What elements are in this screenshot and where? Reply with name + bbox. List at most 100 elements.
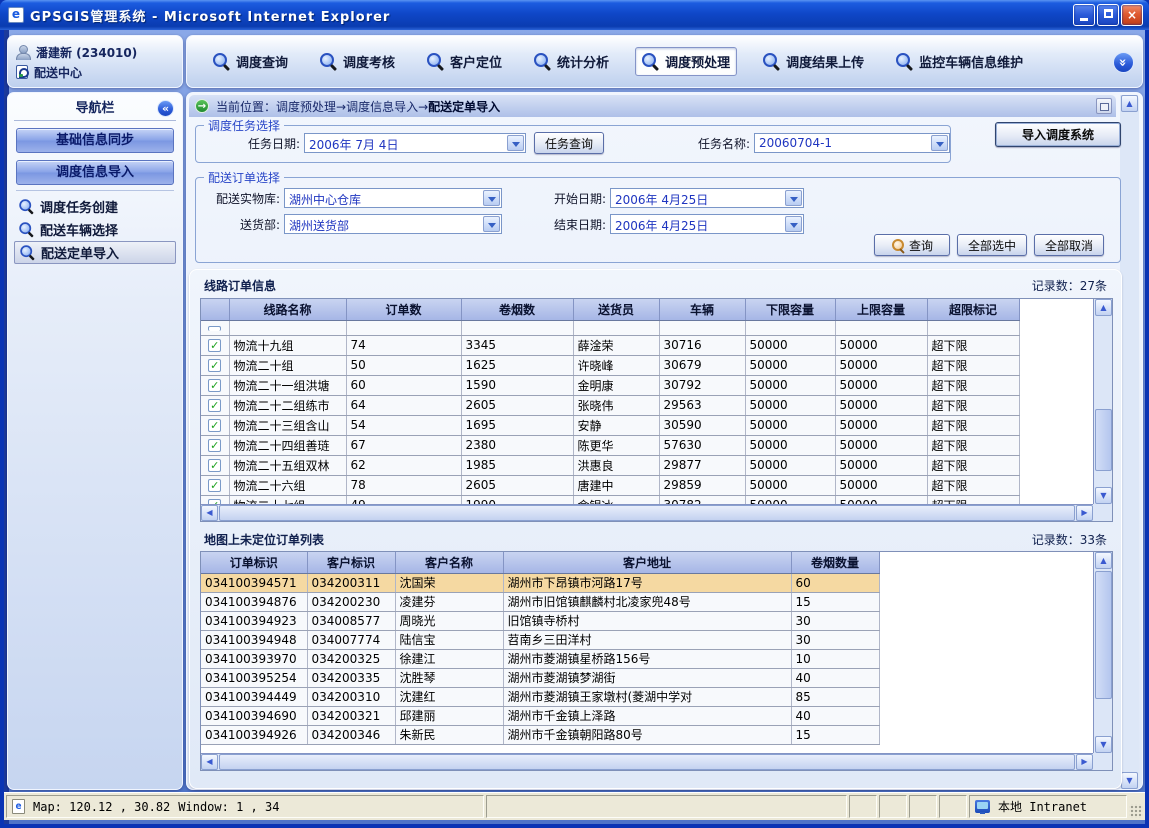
sidebar-item-vehicle-select[interactable]: 配送车辆选择 — [14, 218, 176, 241]
table-row[interactable]: 034100394449034200310沈建红湖州市菱湖镇王家墩村(菱湖中学对… — [201, 687, 879, 706]
table-cell: 034100394571 — [201, 573, 307, 592]
dropdown-arrow-icon[interactable] — [507, 135, 524, 151]
dropdown-arrow-icon[interactable] — [483, 190, 500, 206]
column-header[interactable]: 卷烟数量 — [791, 552, 879, 573]
table-row[interactable]: 034100394876034200230凌建芬湖州市旧馆镇麒麟村北凌家兜48号… — [201, 592, 879, 611]
scroll-up-icon[interactable]: ▲ — [1121, 95, 1138, 112]
delivery-dept-select[interactable]: 湖州送货部 — [284, 214, 502, 234]
dropdown-arrow-icon[interactable] — [785, 190, 802, 206]
column-header[interactable]: 订单标识 — [201, 552, 307, 573]
row-checkbox[interactable]: ✓ — [208, 439, 221, 452]
column-header[interactable]: 卷烟数 — [461, 299, 573, 320]
toolbar-item-dispatch-upload[interactable]: 调度结果上传 — [757, 48, 870, 75]
scroll-down-icon[interactable]: ▼ — [1095, 487, 1112, 504]
table-row[interactable]: ✓物流二十组501625许晓峰306795000050000超下限 — [201, 355, 1019, 375]
table-row[interactable]: ✓物流二十七组491990俞银冰307825000050000超下限 — [201, 495, 1019, 504]
task-date-select[interactable]: 2006年 7月 4日 — [304, 133, 526, 153]
row-checkbox[interactable]: ✓ — [208, 359, 221, 372]
column-header[interactable]: 订单数 — [346, 299, 461, 320]
sidebar-collapse-button[interactable]: « — [157, 100, 174, 117]
row-checkbox[interactable]: ✓ — [208, 399, 221, 412]
maximize-button[interactable] — [1097, 4, 1119, 26]
table-row[interactable]: 034100393970034200325徐建江湖州市菱湖镇星桥路156号10 — [201, 649, 879, 668]
column-header[interactable]: 线路名称 — [229, 299, 346, 320]
column-header[interactable]: 超限标记 — [927, 299, 1019, 320]
dropdown-arrow-icon[interactable] — [931, 135, 948, 151]
warehouse-select[interactable]: 湖州中心仓库 — [284, 188, 502, 208]
content-scrollbar[interactable]: ▲ ▼ — [1120, 95, 1139, 789]
scroll-left-icon[interactable]: ◀ — [201, 505, 218, 521]
status-window-coords: Window: 1 , 34 — [178, 800, 279, 814]
table-cell: 30679 — [659, 355, 745, 375]
end-date-select[interactable]: 2006年 4月25日 — [610, 214, 804, 234]
table-row[interactable]: ✓物流二十四组善琏672380陈更华576305000050000超下限 — [201, 435, 1019, 455]
start-date-select[interactable]: 2006年 4月25日 — [610, 188, 804, 208]
table-row[interactable]: 034100395254034200335沈胜琴湖州市菱湖镇梦湖街40 — [201, 668, 879, 687]
column-header[interactable]: 车辆 — [659, 299, 745, 320]
table-row[interactable]: 034100394571034200311沈国荣湖州市下昂镇市河路17号60 — [201, 573, 879, 592]
import-to-dispatch-button[interactable]: 导入调度系统 — [995, 122, 1121, 147]
column-header[interactable]: 客户标识 — [307, 552, 395, 573]
row-checkbox[interactable]: ✓ — [208, 459, 221, 472]
sidebar-group-dispatch-import[interactable]: 调度信息导入 — [16, 160, 174, 185]
toolbar-item-dispatch-query[interactable]: 调度查询 — [207, 48, 294, 75]
scroll-down-icon[interactable]: ▼ — [1095, 736, 1112, 753]
toolbar-item-statistics[interactable]: 统计分析 — [528, 48, 615, 75]
table-row[interactable]: 034100394690034200321邱建丽湖州市千金镇上泽路40 — [201, 706, 879, 725]
panel-collapse-button[interactable] — [1096, 98, 1112, 114]
scrollbar-thumb[interactable] — [219, 754, 1075, 770]
table-row[interactable]: ✓物流二十五组双林621985洪惠良298775000050000超下限 — [201, 455, 1019, 475]
column-header[interactable]: 送货员 — [573, 299, 659, 320]
column-header[interactable]: 上限容量 — [835, 299, 927, 320]
sidebar-item-order-import[interactable]: 配送定单导入 — [14, 241, 176, 264]
scroll-right-icon[interactable]: ▶ — [1076, 754, 1093, 770]
unlocated-table-hscrollbar[interactable]: ◀ ▶ — [201, 753, 1093, 770]
row-checkbox[interactable] — [208, 326, 221, 331]
deselect-all-button[interactable]: 全部取消 — [1034, 234, 1104, 256]
scroll-down-icon[interactable]: ▼ — [1121, 772, 1138, 789]
dropdown-arrow-icon[interactable] — [483, 216, 500, 232]
dropdown-arrow-icon[interactable] — [785, 216, 802, 232]
scrollbar-thumb[interactable] — [219, 505, 1075, 521]
minimize-button[interactable] — [1073, 4, 1095, 26]
toolbar-item-customer-locate[interactable]: 客户定位 — [421, 48, 508, 75]
toolbar-item-dispatch-preprocess[interactable]: 调度预处理 — [635, 47, 737, 76]
table-row[interactable]: 034100394923034008577周晓光旧馆镇寺桥村30 — [201, 611, 879, 630]
scroll-right-icon[interactable]: ▶ — [1076, 505, 1093, 521]
table-row[interactable]: ✓物流二十一组洪塘601590金明康307925000050000超下限 — [201, 375, 1019, 395]
toolbar-more-button[interactable]: « — [1113, 52, 1134, 73]
toolbar-item-vehicle-info[interactable]: 监控车辆信息维护 — [890, 48, 1029, 75]
column-header[interactable]: 客户名称 — [395, 552, 503, 573]
task-query-button[interactable]: 任务查询 — [534, 132, 604, 154]
table-row[interactable]: ✓物流二十二组练市642605张晓伟295635000050000超下限 — [201, 395, 1019, 415]
toolbar-item-dispatch-assess[interactable]: 调度考核 — [314, 48, 401, 75]
scrollbar-thumb[interactable] — [1095, 409, 1112, 471]
select-all-button[interactable]: 全部选中 — [957, 234, 1027, 256]
sidebar-item-task-create[interactable]: 调度任务创建 — [14, 195, 176, 218]
table-cell: 陈更华 — [573, 435, 659, 455]
scrollbar-thumb[interactable] — [1095, 571, 1112, 699]
table-row[interactable]: ✓物流二十六组782605唐建中298595000050000超下限 — [201, 475, 1019, 495]
table-row[interactable]: ✓物流二十三组含山541695安静305905000050000超下限 — [201, 415, 1019, 435]
close-button[interactable]: × — [1121, 4, 1143, 26]
route-table-vscrollbar[interactable]: ▲ ▼ — [1093, 299, 1112, 504]
route-table-hscrollbar[interactable]: ◀ ▶ — [201, 504, 1093, 521]
row-checkbox[interactable]: ✓ — [208, 479, 221, 492]
scroll-up-icon[interactable]: ▲ — [1095, 299, 1112, 316]
search-button[interactable]: 查询 — [874, 234, 950, 256]
column-header[interactable]: 客户地址 — [503, 552, 791, 573]
row-checkbox[interactable]: ✓ — [208, 419, 221, 432]
resize-grip[interactable] — [1129, 804, 1143, 818]
table-row[interactable]: ✓物流十九组743345薛淦荣307165000050000超下限 — [201, 335, 1019, 355]
table-row[interactable]: 034100394948034007774陆信宝苕南乡三田洋村30 — [201, 630, 879, 649]
column-header[interactable]: 下限容量 — [745, 299, 835, 320]
scroll-left-icon[interactable]: ◀ — [201, 754, 218, 770]
scroll-up-icon[interactable]: ▲ — [1095, 552, 1112, 569]
row-checkbox[interactable]: ✓ — [208, 379, 221, 392]
sidebar-group-base-info-sync[interactable]: 基础信息同步 — [16, 128, 174, 153]
row-checkbox[interactable]: ✓ — [208, 339, 221, 352]
table-row[interactable]: 034100394926034200346朱新民湖州市千金镇朝阳路80号15 — [201, 725, 879, 744]
task-name-select[interactable]: 20060704-1 — [754, 133, 950, 153]
unlocated-table-vscrollbar[interactable]: ▲ ▼ — [1093, 552, 1112, 753]
route-orders-table: 线路名称 订单数 卷烟数 送货员 车辆 下限容量 上限容量 超限标记 — [200, 298, 1113, 522]
